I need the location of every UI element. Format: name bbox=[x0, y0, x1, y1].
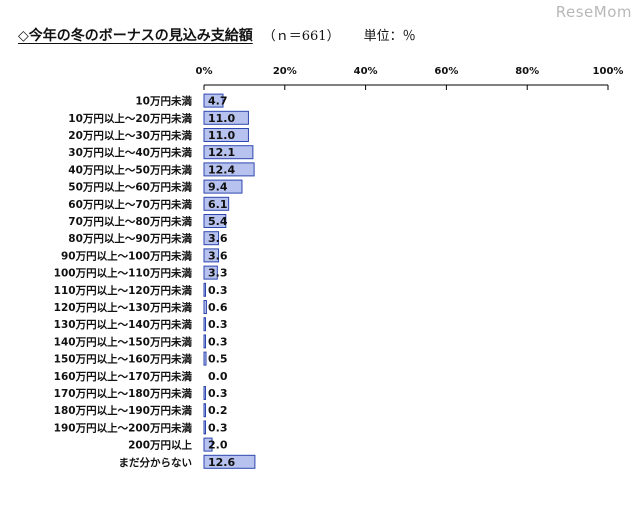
data-label: 0.3 bbox=[208, 421, 228, 434]
bar-chart: 0% 20% 40% 60% 80% 100% 10万円未満 10万円以上～20万円未満 20… bbox=[54, 66, 624, 469]
bar bbox=[203, 420, 206, 435]
category-label: 80万円以上～90万円未満 bbox=[68, 232, 192, 245]
data-label: 0.3 bbox=[208, 284, 228, 297]
data-label: 0.3 bbox=[208, 387, 228, 400]
data-label: 0.0 bbox=[208, 370, 228, 383]
bar bbox=[203, 403, 206, 418]
category-label: 30万円以上～40万円未満 bbox=[68, 146, 192, 159]
category-label: 60万円以上～70万円未満 bbox=[68, 198, 192, 211]
x-tick-label: 80% bbox=[515, 66, 539, 77]
data-label: 0.3 bbox=[208, 318, 228, 331]
data-label: 4.7 bbox=[208, 95, 228, 108]
category-label: 20万円以上～30万円未満 bbox=[68, 129, 192, 142]
category-label: 90万円以上～100万円未満 bbox=[61, 249, 193, 262]
data-label: 0.3 bbox=[208, 335, 228, 348]
x-tick-label: 100% bbox=[593, 66, 624, 77]
category-labels: 10万円未満 10万円以上～20万円未満 20万円以上～30万円未満 30万円以上～4… bbox=[54, 95, 193, 469]
category-label: 130万円以上～140万円未満 bbox=[54, 318, 193, 331]
data-label: 6.1 bbox=[208, 198, 228, 211]
x-axis: 0% 20% 40% 60% 80% 100% bbox=[196, 66, 624, 90]
category-label: 170万円以上～180万円未満 bbox=[54, 387, 193, 400]
category-label: 200万円以上 bbox=[128, 439, 192, 452]
category-label: 10万円以上～20万円未満 bbox=[68, 112, 192, 125]
category-label: 40万円以上～50万円未満 bbox=[68, 163, 192, 176]
data-label: 0.5 bbox=[208, 353, 228, 366]
category-label: 120万円以上～130万円未満 bbox=[54, 301, 193, 314]
bar bbox=[203, 386, 206, 400]
data-label: 0.6 bbox=[208, 301, 228, 314]
category-label: 140万円以上～150万円未満 bbox=[54, 335, 193, 348]
data-label: 11.0 bbox=[208, 129, 235, 142]
x-tick-label: 40% bbox=[354, 66, 378, 77]
data-label: 3.6 bbox=[208, 232, 228, 245]
x-tick-label: 0% bbox=[196, 66, 213, 77]
bar bbox=[203, 351, 207, 366]
bar bbox=[203, 334, 206, 349]
category-label: 190万円以上～200万円未満 bbox=[54, 421, 193, 434]
data-label: 12.4 bbox=[208, 163, 235, 176]
data-label: 11.0 bbox=[208, 112, 235, 125]
bar bbox=[203, 300, 207, 314]
data-label: 12.6 bbox=[208, 456, 235, 469]
data-label: 5.4 bbox=[208, 215, 228, 228]
category-label: まだ分からない bbox=[119, 456, 193, 469]
category-label: 10万円未満 bbox=[135, 95, 192, 108]
category-label: 110万円以上～120万円未満 bbox=[54, 284, 193, 297]
data-label: 3.3 bbox=[208, 267, 228, 280]
category-label: 160万円以上～170万円未満 bbox=[54, 370, 193, 383]
data-label: 12.1 bbox=[208, 146, 235, 159]
category-label: 100万円以上～110万円未満 bbox=[54, 267, 193, 280]
data-label: 2.0 bbox=[208, 439, 228, 452]
category-label: 180万円以上～190万円未満 bbox=[54, 404, 193, 417]
value-labels: 4.7 11.0 11.0 12.1 12.4 9.4 6.1 5.4 3.6 3.6 3.3 0.3… bbox=[208, 95, 235, 469]
data-label: 9.4 bbox=[208, 181, 228, 194]
x-tick-label: 60% bbox=[434, 66, 458, 77]
category-label: 150万円以上～160万円未満 bbox=[54, 353, 193, 366]
category-label: 70万円以上～80万円未満 bbox=[68, 215, 192, 228]
data-label: 0.2 bbox=[208, 404, 228, 417]
data-label: 3.6 bbox=[208, 249, 228, 262]
x-tick-label: 20% bbox=[273, 66, 297, 77]
bar bbox=[203, 282, 206, 297]
category-label: 50万円以上～60万円未満 bbox=[68, 181, 192, 194]
bar bbox=[203, 317, 206, 332]
